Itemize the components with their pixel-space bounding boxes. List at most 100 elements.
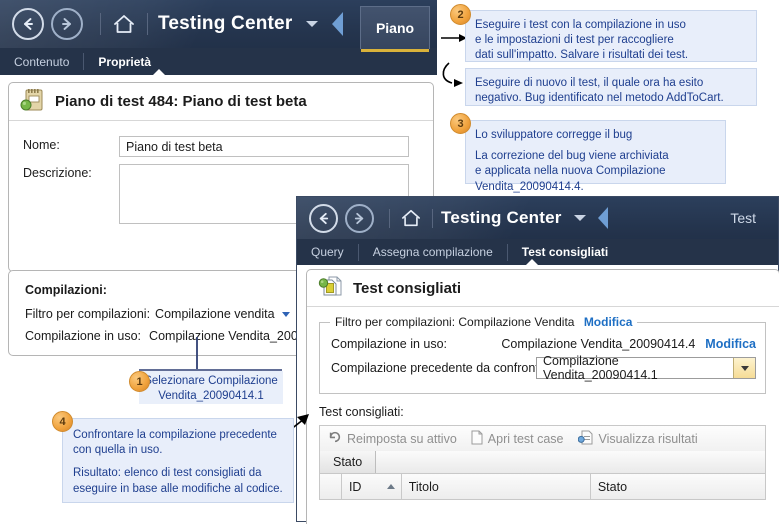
- recommended-tests-icon: [318, 274, 344, 302]
- subtab-divider-1: [357, 243, 359, 261]
- tab-piano-label: Piano: [375, 20, 415, 36]
- group-by-chip-stato[interactable]: Stato: [320, 451, 377, 473]
- front-window-navbar: Testing Center Test: [297, 197, 778, 239]
- callout-3: Lo sviluppatore corregge il bug La corre…: [465, 120, 726, 193]
- callout-2b-line-1: Eseguire di nuovo il test, il quale ora …: [475, 77, 704, 89]
- build-filter-caption: Filtro per compilazioni: Compilazione Ve…: [330, 315, 638, 329]
- callout-badge-3: 3: [450, 113, 471, 134]
- column-header-titolo[interactable]: Titolo: [402, 474, 591, 499]
- reset-to-active-button[interactable]: Reimposta su attivo: [328, 430, 457, 447]
- build-in-use-modify-link[interactable]: Modifica: [705, 337, 756, 351]
- column-header-stato-label: Stato: [597, 479, 628, 494]
- callout-4-line-2: con quella in uso.: [73, 444, 163, 457]
- sidebar-item-contenuto[interactable]: Contenuto: [12, 55, 71, 69]
- callout-4: Confrontare la compilazione precedente c…: [62, 418, 294, 503]
- builds-heading: Compilazioni:: [25, 283, 107, 297]
- recommended-tests-card: Test consigliati Filtro per compilazioni…: [306, 269, 779, 524]
- callout-2-line-1: Eseguire i test con la compilazione in u…: [475, 19, 686, 31]
- column-header-checkbox[interactable]: [320, 474, 342, 499]
- callout-badge-2: 2: [450, 4, 471, 25]
- callout-badge-1: 1: [129, 371, 150, 392]
- callout-3-heading: Lo sviluppatore corregge il bug: [475, 129, 633, 141]
- test-plan-icon: [20, 88, 46, 116]
- sidebar-item-proprieta[interactable]: Proprietà: [96, 55, 153, 69]
- field-label-nome: Nome:: [23, 138, 60, 152]
- previous-build-label: Compilazione precedente da confrontare:: [331, 361, 561, 375]
- callout-4-line-1: Confrontare la compilazione precedente: [73, 429, 277, 441]
- chevron-down-icon[interactable]: [306, 21, 319, 27]
- sort-ascending-icon: [386, 484, 395, 489]
- builds-filter-label: Filtro per compilazioni:: [25, 307, 151, 321]
- arrow-to-callout-2: [441, 34, 467, 42]
- build-in-use-row: Compilazione in uso: Compilazione Vendit…: [331, 337, 756, 351]
- page-title: Test consigliati: [353, 279, 462, 297]
- build-filter-group: Filtro per compilazioni: Compilazione Ve…: [319, 315, 766, 394]
- callout-2b-line-2: negativo. Bug identificato nel metodo Ad…: [475, 92, 724, 105]
- back-window-subtabs: Contenuto Proprietà: [0, 48, 437, 75]
- tab-piano[interactable]: Piano: [360, 6, 430, 52]
- chevron-down-icon[interactable]: [733, 358, 755, 378]
- build-filter-modify-link[interactable]: Modifica: [584, 315, 633, 329]
- recommended-tests-list-label: Test consigliati:: [319, 405, 404, 419]
- active-tab-notch: [525, 259, 539, 265]
- nome-field[interactable]: Piano di test beta: [119, 136, 409, 157]
- builds-filter-row: Filtro per compilazioni: Compilazione ve…: [25, 307, 290, 321]
- callout-3-line-2: e applicata nella nuova Compilazione: [475, 165, 666, 178]
- card-header: Piano di test 484: Piano di test beta: [9, 83, 433, 121]
- builds-card: Compilazioni: Filtro per compilazioni: C…: [8, 270, 343, 356]
- card-header: Test consigliati: [307, 270, 779, 307]
- navbar-divider-1: [100, 13, 101, 35]
- front-window-testing-center-test: Testing Center Test Query Assegna compil…: [296, 196, 779, 524]
- callout-1-line-1: Selezionare Compilazione: [144, 375, 278, 387]
- tab-piano-underline: [361, 49, 429, 52]
- tab-assegna-compilazione[interactable]: Assegna compilazione: [371, 245, 495, 259]
- back-window-header: Testing Center Piano Contenuto Proprietà: [0, 0, 437, 75]
- open-test-case-button[interactable]: Apri test case: [471, 430, 564, 448]
- arrow-to-callout-2b: [442, 62, 463, 87]
- previous-build-combo-value: Compilazione Vendita_20090414.1: [543, 354, 658, 382]
- chevron-left-icon[interactable]: [597, 207, 608, 229]
- page-title: Piano di test 484: Piano di test beta: [55, 93, 307, 110]
- callout-2-line-2: e le impostazioni di test per raccoglier…: [475, 34, 674, 47]
- column-header-stato[interactable]: Stato: [591, 474, 765, 499]
- home-icon[interactable]: [111, 11, 137, 37]
- chevron-left-icon[interactable]: [332, 12, 344, 36]
- forward-navigation-icon[interactable]: [345, 203, 374, 233]
- builds-filter-value[interactable]: Compilazione vendita: [155, 307, 275, 321]
- column-header-titolo-label: Titolo: [408, 479, 439, 494]
- back-navigation-icon[interactable]: [309, 203, 338, 233]
- group-by-bar[interactable]: Stato: [319, 451, 766, 474]
- callout-1-line-2: Vendita_20090414.1: [158, 390, 264, 403]
- tab-test[interactable]: Test: [730, 210, 756, 226]
- column-header-id[interactable]: ID: [342, 474, 402, 499]
- view-results-button[interactable]: Visualizza risultati: [577, 430, 698, 448]
- grid-toolbar: Reimposta su attivo Apri test case Visua…: [319, 425, 766, 451]
- build-in-use-label: Compilazione in uso:: [331, 337, 448, 351]
- chevron-down-icon[interactable]: [281, 311, 290, 317]
- view-results-label: Visualizza risultati: [598, 431, 698, 446]
- open-test-case-label: Apri test case: [487, 431, 564, 446]
- chevron-down-icon[interactable]: [573, 215, 586, 221]
- forward-navigation-icon[interactable]: [51, 8, 83, 40]
- grid-column-headers: ID Titolo Stato: [319, 474, 766, 500]
- callout-2: Eseguire i test con la compilazione in u…: [465, 10, 757, 62]
- column-header-id-label: ID: [348, 479, 362, 494]
- build-filter-caption-value: Compilazione Vendita: [458, 315, 575, 329]
- callout-badge-4: 4: [52, 411, 73, 432]
- front-window-header: Testing Center Test Query Assegna compil…: [297, 197, 778, 265]
- tab-query[interactable]: Query: [309, 245, 346, 259]
- subtab-divider: [83, 53, 85, 70]
- back-navigation-icon[interactable]: [12, 8, 44, 40]
- reset-to-active-label: Reimposta su attivo: [347, 431, 457, 446]
- tab-test-consigliati[interactable]: Test consigliati: [520, 245, 610, 259]
- callout-3-line-3: Vendita_20090414.4.: [475, 180, 584, 193]
- callout-3-line-1: La correzione del bug viene archiviata: [475, 150, 669, 163]
- app-title: Testing Center: [441, 208, 562, 227]
- previous-build-combo[interactable]: Compilazione Vendita_20090414.1: [536, 354, 756, 382]
- home-icon[interactable]: [398, 205, 424, 231]
- navbar-divider-2: [147, 13, 148, 35]
- callout-4-line-3: Risultato: elenco di test consigliati da: [73, 467, 262, 480]
- active-tab-notch: [152, 69, 166, 75]
- builds-inuse-label: Compilazione in uso:: [25, 329, 142, 343]
- callout-2-line-3: dati sull'impatto. Salvare i risultati d…: [475, 49, 689, 62]
